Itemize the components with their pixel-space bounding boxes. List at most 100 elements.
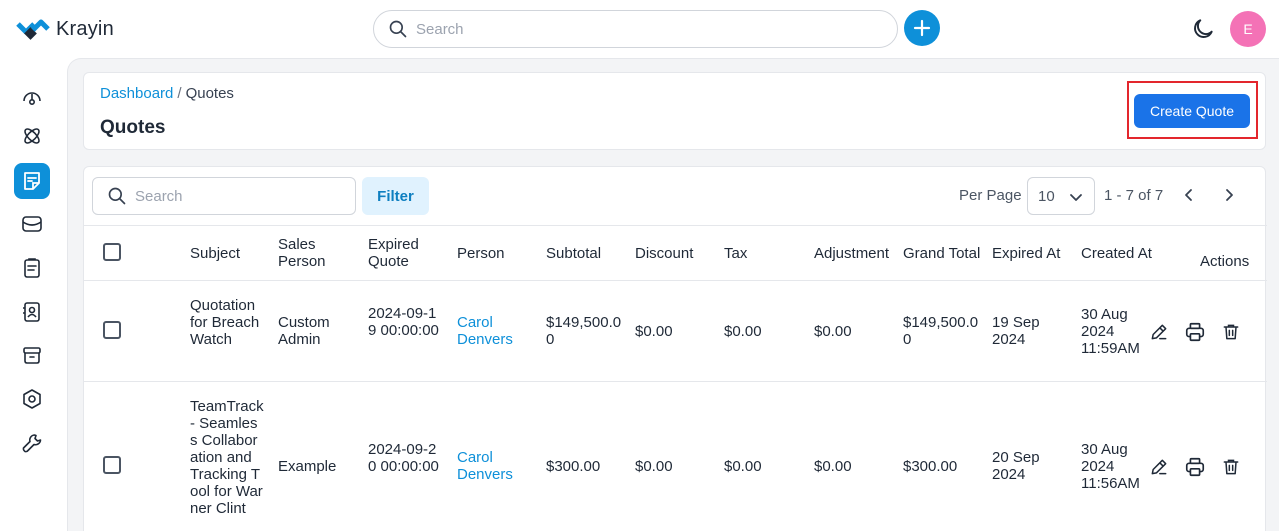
quotes-datagrid: Filter Per Page 10 1 - 7 of 7 Subject Sa… [83,166,1267,531]
page-header: Dashboard / Quotes Quotes Create Quote [83,72,1266,150]
chevron-left-icon [1185,189,1192,201]
cell-sales-person: Example [278,458,337,475]
delete-button[interactable] [1220,321,1242,343]
table-search-input[interactable] [135,187,345,205]
column-header-sales-person[interactable]: Sales Person [278,236,334,270]
breadcrumb-separator: / [177,85,182,102]
cell-person-link[interactable]: Carol Denvers [457,314,523,348]
print-button[interactable] [1184,456,1206,478]
plus-icon [913,19,931,37]
cell-expired-at: 19 Sep 2024 [992,314,1040,348]
app-name: Krayin [56,17,114,40]
cell-person-link[interactable]: Carol Denvers [457,449,523,483]
pencil-icon [1151,324,1167,340]
search-icon [108,187,126,205]
trash-icon [1223,459,1239,475]
column-header-grand-total[interactable]: Grand Total [903,245,980,262]
cell-sales-person: Custom Admin [278,314,330,348]
trash-icon [1223,324,1239,340]
cell-subtotal: $300.00 [546,458,601,475]
row-checkbox[interactable] [103,321,121,339]
chevron-right-icon [1226,189,1233,201]
table-header: Subject Sales Person Expired Quote Perso… [84,225,1267,281]
per-page-label: Per Page [959,187,1022,204]
sidebar [0,58,66,531]
cell-subtotal: $149,500.00 [546,314,622,348]
leads-icon [24,128,40,144]
column-header-adjustment[interactable]: Adjustment [814,245,889,262]
column-header-tax[interactable]: Tax [724,245,747,262]
settings-icon [23,389,41,409]
activities-icon [24,258,40,278]
printer-icon [1185,457,1205,477]
cell-created-at: 30 Aug 2024 11:56AM [1081,441,1140,492]
filter-button[interactable]: Filter [362,177,429,215]
table-search[interactable] [92,177,356,215]
breadcrumb-dashboard-link[interactable]: Dashboard [100,85,173,102]
quotes-icon [24,172,40,190]
mail-icon [22,216,42,232]
next-page-button[interactable] [1218,184,1240,206]
global-search[interactable] [373,10,898,48]
column-header-discount[interactable]: Discount [635,245,693,262]
dark-mode-toggle-icon[interactable] [1190,16,1216,42]
create-quote-button[interactable]: Create Quote [1134,94,1250,128]
pagination-range: 1 - 7 of 7 [1104,187,1164,204]
cell-adjustment: $0.00 [814,458,852,475]
sidebar-item-dashboard[interactable] [14,79,50,115]
sidebar-item-contacts[interactable] [14,294,50,330]
column-header-created-at[interactable]: Created At [1081,245,1152,262]
column-header-subject[interactable]: Subject [190,245,240,262]
sidebar-item-quotes[interactable] [14,163,50,199]
products-icon [23,347,41,364]
per-page-value: 10 [1038,187,1055,205]
edit-button[interactable] [1148,321,1170,343]
sidebar-item-mail[interactable] [14,206,50,242]
dashboard-icon [23,92,41,106]
column-header-person[interactable]: Person [457,245,505,262]
print-button[interactable] [1184,321,1206,343]
delete-button[interactable] [1220,456,1242,478]
cell-subject: TeamTrack - Seamless Collaboration and T… [190,398,264,517]
printer-icon [1185,322,1205,342]
row-checkbox[interactable] [103,456,121,474]
column-header-actions: Actions [1200,253,1250,270]
sidebar-item-activities[interactable] [14,250,50,286]
column-header-subtotal[interactable]: Subtotal [546,245,601,262]
top-bar: Krayin E [0,0,1279,58]
sidebar-item-configuration[interactable] [14,425,50,461]
page-title: Quotes [100,117,166,138]
krayin-logo-icon [16,19,50,40]
contacts-icon [23,302,40,322]
breadcrumb: Dashboard / Quotes [100,85,234,102]
cell-discount: $0.00 [635,458,673,475]
per-page-select[interactable]: 10 [1027,177,1095,215]
cell-discount: $0.00 [635,323,673,340]
quick-create-button[interactable] [904,10,940,46]
column-header-expired-quote[interactable]: Expired Quote [368,236,428,270]
sidebar-item-settings[interactable] [14,381,50,417]
cell-tax: $0.00 [724,458,762,475]
sidebar-item-leads[interactable] [14,118,50,154]
cell-tax: $0.00 [724,323,762,340]
select-all-checkbox[interactable] [103,243,121,261]
app-logo[interactable]: Krayin [16,16,114,42]
edit-button[interactable] [1148,456,1170,478]
column-header-expired-at[interactable]: Expired At [992,245,1060,262]
cell-expired-at: 20 Sep 2024 [992,449,1040,483]
global-search-input[interactable] [416,20,856,38]
prev-page-button[interactable] [1178,184,1200,206]
sidebar-item-products[interactable] [14,337,50,373]
breadcrumb-current: Quotes [185,85,234,102]
table-row: Quotation for BreachWatch Custom Admin 2… [84,281,1267,382]
cell-grand-total: $300.00 [903,458,958,475]
wrench-icon [22,434,42,453]
cell-expired-quote: 2024-09-19 00:00:00 [368,305,439,339]
pencil-icon [1151,459,1167,475]
cell-subject: Quotation for BreachWatch [190,297,260,348]
user-avatar[interactable]: E [1230,11,1266,47]
search-icon [389,20,407,38]
cell-created-at: 30 Aug 2024 11:59AM [1081,306,1140,357]
cell-adjustment: $0.00 [814,323,852,340]
cell-grand-total: $149,500.00 [903,314,979,348]
